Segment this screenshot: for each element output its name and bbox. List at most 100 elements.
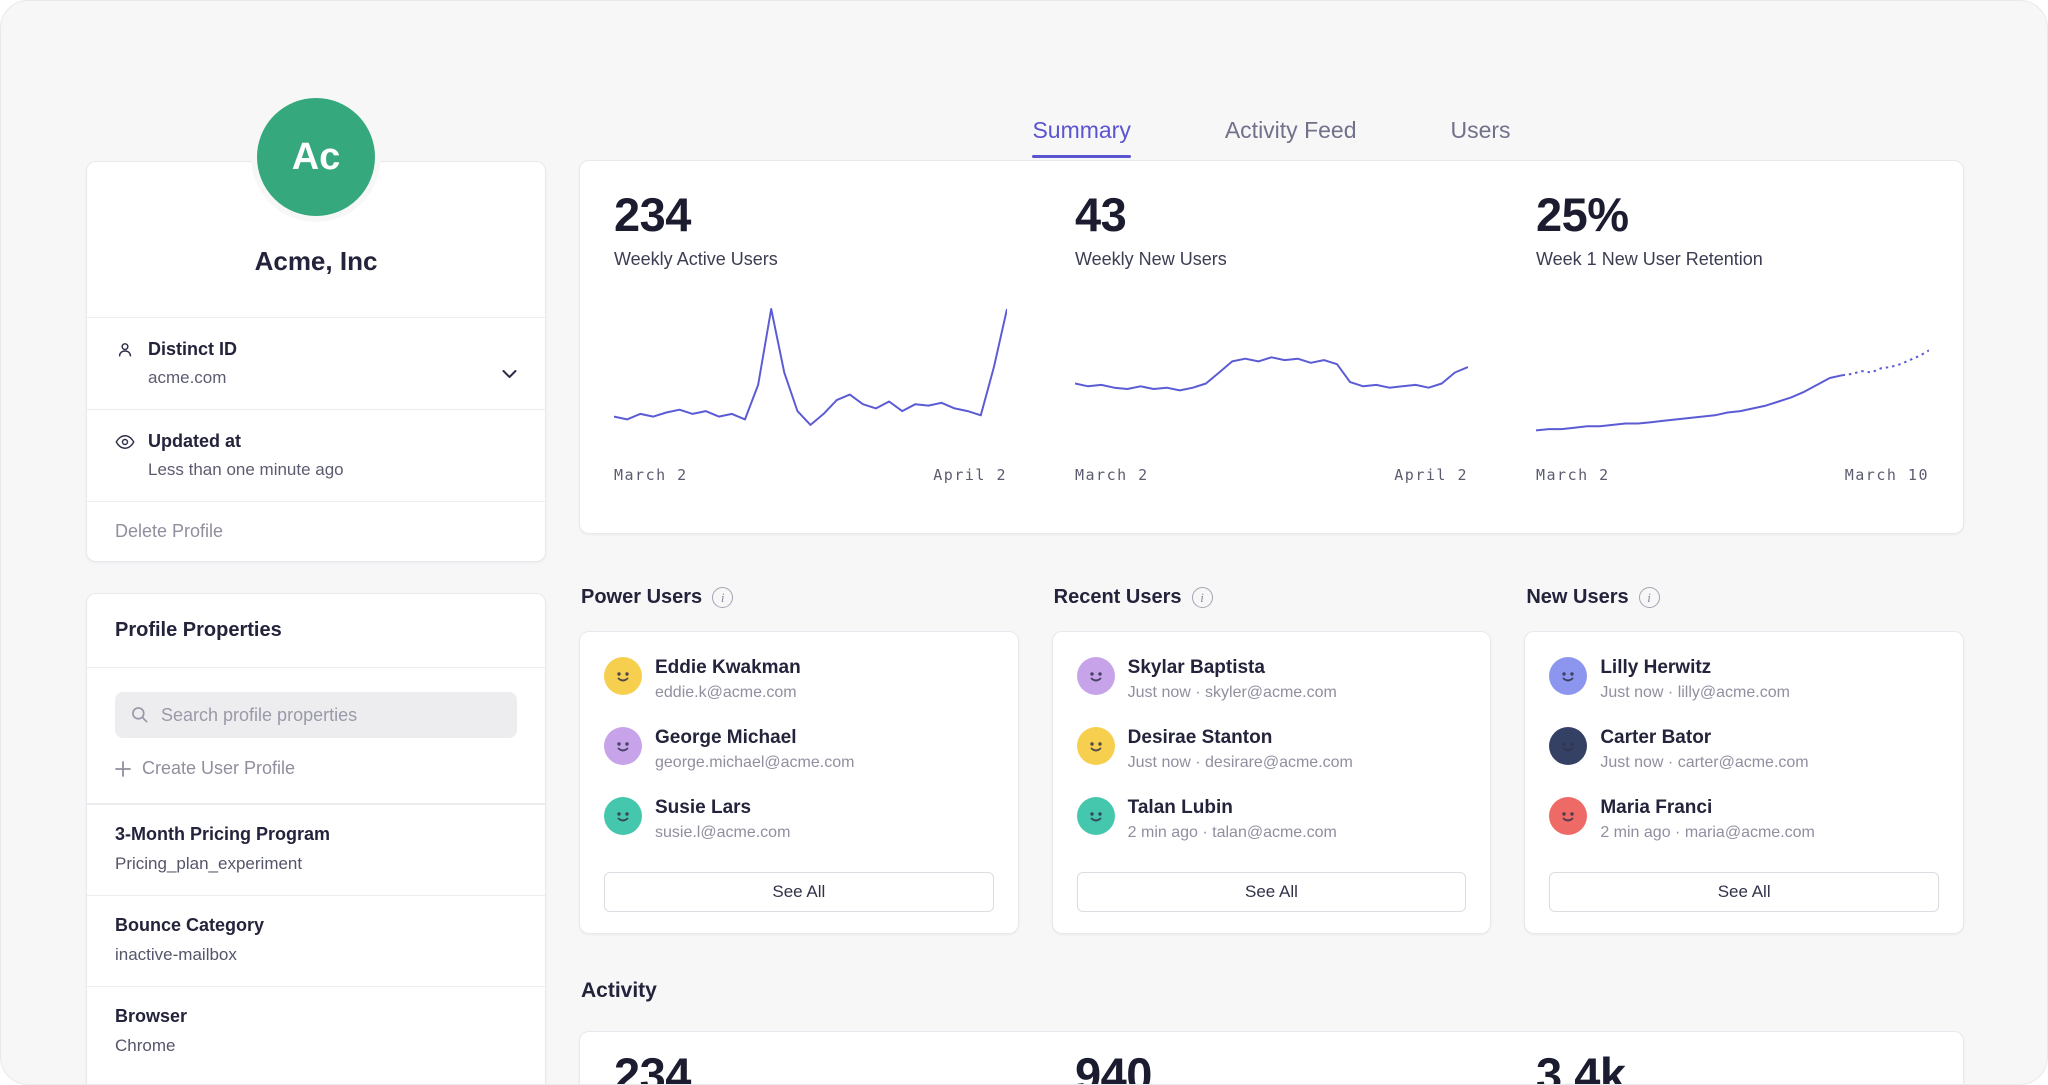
profile-sidebar: Ac Acme, Inc Distinct ID acme.com xyxy=(86,1,546,1085)
profile-properties-title: Profile Properties xyxy=(87,594,545,667)
user-name: Talan Lubin xyxy=(1128,797,1337,819)
user-meta: eddie.k@acme.com xyxy=(655,684,801,702)
tab-activity-feed-label: Activity Feed xyxy=(1225,117,1357,144)
stat-label: Weekly New Users xyxy=(1075,249,1502,270)
list-item[interactable]: Talan Lubin 2 min ago · talan@acme.com xyxy=(1077,797,1467,842)
search-icon xyxy=(130,705,150,725)
tab-users-label: Users xyxy=(1451,117,1511,144)
profile-tabs: Summary Activity Feed Users xyxy=(579,117,1964,158)
company-avatar: Ac xyxy=(251,92,381,222)
stat-weekly-active-users: 234 Weekly Active Users March 2 April 2 xyxy=(580,161,1041,533)
eye-icon xyxy=(115,432,135,452)
recent-users-section: Recent Users i Skylar Baptista Just now … xyxy=(1052,586,1492,934)
activity-stat: 940 xyxy=(1075,1047,1502,1085)
delete-profile-button[interactable]: Delete Profile xyxy=(87,501,545,561)
property-value: Pricing_plan_experiment xyxy=(115,854,517,874)
property-row[interactable]: Browser Chrome xyxy=(87,986,545,1077)
list-item[interactable]: Maria Franci 2 min ago · maria@acme.com xyxy=(1549,797,1939,842)
info-icon[interactable]: i xyxy=(712,587,733,608)
chevron-down-icon[interactable] xyxy=(502,370,517,379)
stat-value: 25% xyxy=(1536,187,1963,242)
list-title: Recent Users xyxy=(1054,586,1182,609)
x-axis-start: March 2 xyxy=(1075,466,1149,484)
person-icon xyxy=(115,340,135,360)
property-value: inactive-mailbox xyxy=(115,945,517,965)
avatar xyxy=(604,727,642,765)
tab-underline xyxy=(1225,155,1357,158)
user-name: Lilly Herwitz xyxy=(1600,657,1790,679)
x-axis-end: April 2 xyxy=(1394,466,1468,484)
stat-value: 234 xyxy=(614,187,1041,242)
company-avatar-initials: Ac xyxy=(292,136,341,179)
power-users-header: Power Users i xyxy=(581,586,1019,609)
activity-stat: 234 xyxy=(614,1047,1041,1085)
property-row[interactable]: Bounce Category inactive-mailbox xyxy=(87,895,545,986)
see-all-button[interactable]: See All xyxy=(1077,872,1467,912)
property-value: Chrome xyxy=(115,1036,517,1056)
see-all-button[interactable]: See All xyxy=(604,872,994,912)
stat-label: Week 1 New User Retention xyxy=(1536,249,1963,270)
x-axis-end: April 2 xyxy=(933,466,1007,484)
property-label: Bounce Category xyxy=(115,915,517,936)
avatar xyxy=(1549,657,1587,695)
user-lists: Power Users i Eddie Kwakman eddie.k@acme… xyxy=(579,586,1964,934)
distinct-id-row[interactable]: Distinct ID acme.com xyxy=(87,317,545,409)
create-user-profile-button[interactable]: Create User Profile xyxy=(115,758,517,779)
x-axis-end: March 10 xyxy=(1845,466,1929,484)
profile-page: Ac Acme, Inc Distinct ID acme.com xyxy=(0,0,2048,1085)
user-meta: Just now · desirare@acme.com xyxy=(1128,754,1353,772)
tab-summary-label: Summary xyxy=(1032,117,1130,144)
distinct-id-value: acme.com xyxy=(87,360,545,409)
stat-value: 43 xyxy=(1075,187,1502,242)
list-item[interactable]: Carter Bator Just now · carter@acme.com xyxy=(1549,727,1939,772)
user-meta: Just now · carter@acme.com xyxy=(1600,754,1808,772)
user-meta: 2 min ago · maria@acme.com xyxy=(1600,824,1815,842)
avatar xyxy=(604,797,642,835)
list-item[interactable]: Lilly Herwitz Just now · lilly@acme.com xyxy=(1549,657,1939,702)
updated-at-value: Less than one minute ago xyxy=(87,452,545,501)
property-label: Browser xyxy=(115,1006,517,1027)
stat-week1-retention: 25% Week 1 New User Retention March 2 Ma… xyxy=(1502,161,1963,533)
user-meta: 2 min ago · talan@acme.com xyxy=(1128,824,1337,842)
x-axis: March 2 April 2 xyxy=(614,466,1007,484)
user-name: Susie Lars xyxy=(655,797,790,819)
user-name: George Michael xyxy=(655,727,854,749)
search-profile-properties-input[interactable] xyxy=(115,692,517,738)
recent-users-card: Skylar Baptista Just now · skyler@acme.c… xyxy=(1052,631,1492,934)
tab-activity-feed[interactable]: Activity Feed xyxy=(1225,117,1357,158)
activity-section-title: Activity xyxy=(581,979,657,1003)
list-item[interactable]: Desirae Stanton Just now · desirare@acme… xyxy=(1077,727,1467,772)
list-title: Power Users xyxy=(581,586,702,609)
list-item[interactable]: Susie Lars susie.l@acme.com xyxy=(604,797,994,842)
power-users-card: Eddie Kwakman eddie.k@acme.com George Mi… xyxy=(579,631,1019,934)
info-icon[interactable]: i xyxy=(1639,587,1660,608)
create-user-profile-label: Create User Profile xyxy=(142,758,295,779)
activity-stat: 3.4k xyxy=(1536,1047,1963,1085)
main-content: Summary Activity Feed Users 234 Weekly A… xyxy=(579,1,1964,1085)
tab-summary[interactable]: Summary xyxy=(1032,117,1130,158)
distinct-id-label: Distinct ID xyxy=(148,339,237,360)
updated-at-label-row: Updated at xyxy=(87,410,545,452)
list-item[interactable]: Skylar Baptista Just now · skyler@acme.c… xyxy=(1077,657,1467,702)
list-item[interactable]: George Michael george.michael@acme.com xyxy=(604,727,994,772)
property-row[interactable]: 3-Month Pricing Program Pricing_plan_exp… xyxy=(87,804,545,895)
recent-users-header: Recent Users i xyxy=(1054,586,1492,609)
new-users-section: New Users i Lilly Herwitz Just now · lil… xyxy=(1524,586,1964,934)
user-name: Carter Bator xyxy=(1600,727,1808,749)
x-axis: March 2 April 2 xyxy=(1075,466,1468,484)
info-icon[interactable]: i xyxy=(1192,587,1213,608)
profile-properties-card: Profile Properties Create User Profile 3… xyxy=(86,593,546,1085)
see-all-button[interactable]: See All xyxy=(1549,872,1939,912)
user-meta: Just now · lilly@acme.com xyxy=(1600,684,1790,702)
updated-at-label: Updated at xyxy=(148,431,241,452)
avatar xyxy=(1077,727,1115,765)
tab-underline xyxy=(1451,155,1511,158)
plus-icon xyxy=(115,761,131,777)
divider xyxy=(87,667,545,668)
tab-users[interactable]: Users xyxy=(1451,117,1511,158)
avatar xyxy=(604,657,642,695)
list-item[interactable]: Eddie Kwakman eddie.k@acme.com xyxy=(604,657,994,702)
tab-active-underline xyxy=(1032,155,1130,158)
avatar xyxy=(1077,657,1115,695)
property-label: 3-Month Pricing Program xyxy=(115,824,517,845)
